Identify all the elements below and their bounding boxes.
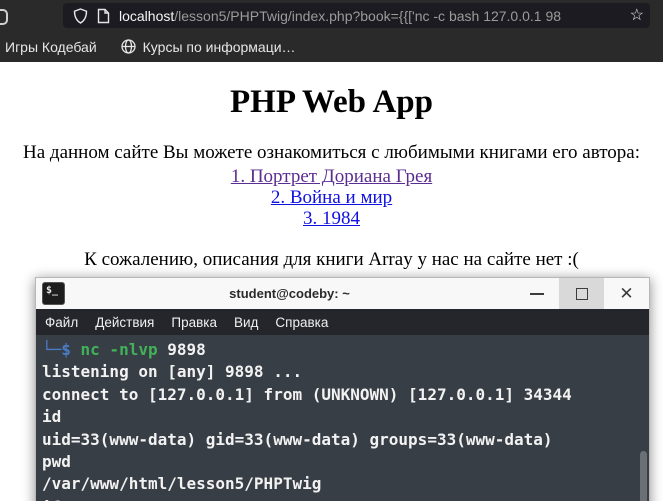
- terminal-line: └─$ nc -nlvp 9898: [42, 339, 639, 361]
- url-path: /lesson5/PHPTwig/index.php?book={{['nc -…: [174, 7, 562, 24]
- terminal-line: ^C: [42, 496, 639, 501]
- menu-edit[interactable]: Правка: [171, 315, 217, 330]
- book-link-1[interactable]: 1. Портрет Дориана Грея: [0, 166, 663, 187]
- terminal-app-icon: $_: [42, 282, 65, 305]
- book-link-2[interactable]: 2. Война и мир: [0, 187, 663, 208]
- terminal-window: $_ student@codeby: ~ ✕ Файл Действия Пра…: [35, 277, 650, 501]
- page-icon[interactable]: [97, 8, 110, 24]
- close-icon[interactable]: ✕: [604, 278, 649, 309]
- terminal-titlebar[interactable]: $_ student@codeby: ~ ✕: [36, 278, 649, 309]
- terminal-scrollbar[interactable]: [639, 335, 648, 501]
- book-link-3[interactable]: 3. 1984: [0, 208, 663, 229]
- terminal-line: pwd: [42, 452, 71, 472]
- url-bar[interactable]: localhost/lesson5/PHPTwig/index.php?book…: [63, 3, 650, 28]
- book-links: 1. Портрет Дориана Грея 2. Война и мир 3…: [0, 166, 663, 229]
- minimize-icon[interactable]: [514, 278, 559, 309]
- menu-file[interactable]: Файл: [45, 315, 78, 330]
- bookmark-label: Курсы по информаци…: [142, 38, 296, 55]
- maximize-icon[interactable]: [559, 278, 604, 309]
- menu-actions[interactable]: Действия: [95, 315, 154, 330]
- menu-view[interactable]: Вид: [234, 315, 258, 330]
- globe-icon: [121, 39, 136, 54]
- command-text: nc -nlvp: [80, 340, 158, 359]
- menu-help[interactable]: Справка: [275, 315, 328, 330]
- browser-toolbar: localhost/lesson5/PHPTwig/index.php?book…: [0, 0, 663, 31]
- bookmark-label: Игры Кодебай: [5, 38, 97, 55]
- terminal-window-title: student@codeby: ~: [229, 286, 350, 301]
- intro-text: На данном сайте Вы можете ознакомиться с…: [23, 142, 640, 163]
- url-text[interactable]: localhost/lesson5/PHPTwig/index.php?book…: [119, 8, 622, 24]
- terminal-line: connect to [127.0.0.1] from (UNKNOWN) [1…: [42, 384, 572, 404]
- command-args: 9898: [157, 340, 206, 359]
- bookmark-igry-kodebay[interactable]: Игры Кодебай: [5, 39, 97, 55]
- terminal-line: uid=33(www-data) gid=33(www-data) groups…: [42, 429, 553, 449]
- terminal-menubar: Файл Действия Правка Вид Справка: [36, 309, 649, 335]
- browser-chrome: localhost/lesson5/PHPTwig/index.php?book…: [0, 0, 663, 62]
- bookmark-kursy[interactable]: Курсы по информаци…: [121, 39, 296, 55]
- terminal-line: listening on [any] 9898 ...: [42, 362, 303, 382]
- shield-icon[interactable]: [73, 7, 88, 24]
- terminal-line: id: [42, 407, 62, 427]
- error-message: К сожалению, описания для книги Array у …: [84, 249, 579, 270]
- partial-toolbar-icon[interactable]: [0, 9, 8, 25]
- star-icon[interactable]: ☆: [625, 7, 644, 24]
- page-title: PHP Web App: [230, 84, 433, 120]
- screen: { "browser": { "toolbar": { "url": { "ho…: [0, 0, 663, 501]
- bookmarks-bar: Игры Кодебай Курсы по информаци…: [0, 31, 663, 62]
- terminal-line: /var/www/html/lesson5/PHPTwig: [42, 474, 322, 494]
- url-host: localhost: [119, 7, 175, 24]
- terminal-screen[interactable]: └─$ nc -nlvp 9898 listening on [any] 989…: [36, 335, 649, 501]
- prompt-symbol: └─$: [42, 340, 81, 359]
- web-page: PHP Web App На данном сайте Вы можете оз…: [0, 62, 663, 271]
- window-buttons: ✕: [514, 278, 649, 309]
- scrollbar-thumb[interactable]: [640, 451, 647, 501]
